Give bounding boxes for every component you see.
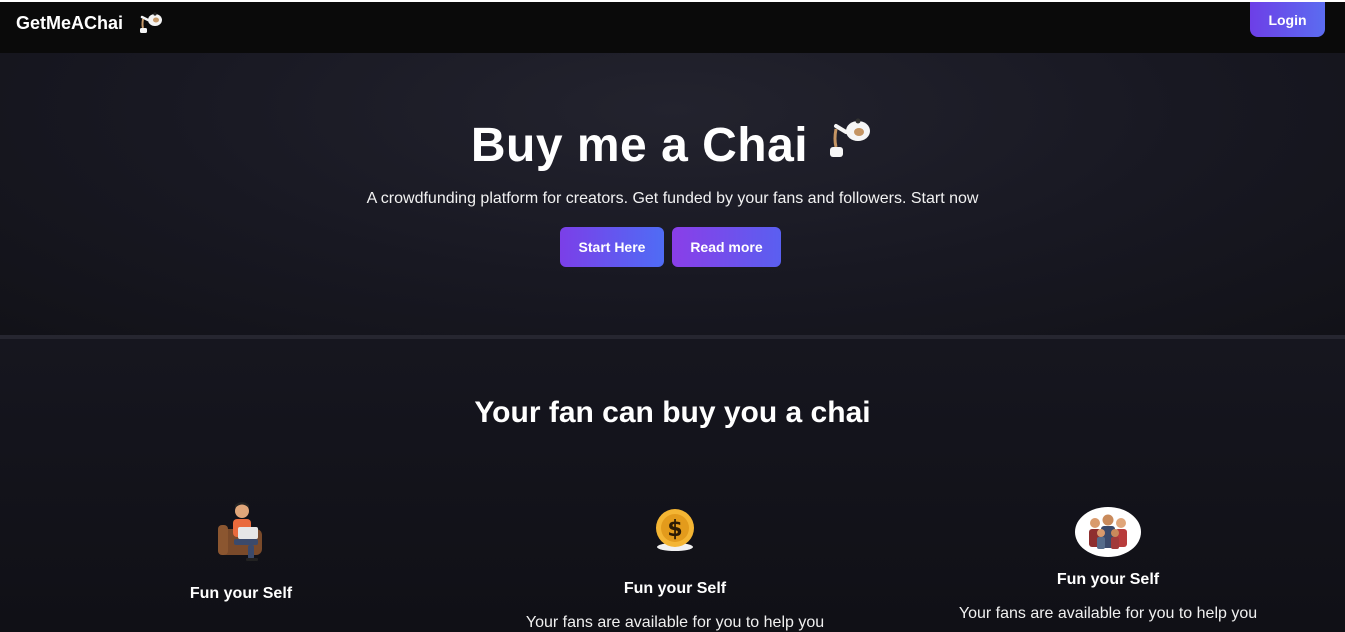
svg-text:$: $: [667, 517, 682, 542]
start-here-button[interactable]: Start Here: [560, 227, 664, 267]
brand-name: GetMeAChai: [16, 12, 124, 33]
hero-title-text: Buy me a Chai: [470, 118, 809, 172]
brand[interactable]: GetMeAChai: [16, 11, 165, 35]
teapot-icon: [139, 11, 165, 35]
read-more-button[interactable]: Read more: [672, 227, 781, 267]
feature-text: Your fans are available for you to help …: [525, 614, 825, 631]
feature-title: Fun your Self: [189, 585, 293, 602]
man-with-laptop-icon: [216, 501, 266, 563]
login-button[interactable]: Login: [1250, 2, 1325, 37]
feature-card: Fun your Self Your fans are available fo…: [933, 507, 1283, 623]
navbar: GetMeAChai Login: [0, 0, 1345, 53]
feature-card: Fun your Self: [160, 501, 322, 603]
features-section: Your fan can buy you a chai Fun your Sel…: [0, 339, 1345, 632]
feature-title: Fun your Self: [1056, 571, 1160, 588]
hero-section: Buy me a Chai A crowdfunding platform fo…: [0, 53, 1345, 335]
group-icon: [1075, 507, 1141, 557]
teapot-icon: [828, 117, 874, 173]
feature-card: $ Fun your Self Your fans are available …: [500, 508, 850, 632]
hero-subtitle: A crowdfunding platform for creators. Ge…: [366, 190, 979, 207]
section-title: Your fan can buy you a chai: [474, 396, 871, 429]
coin-icon: $: [654, 508, 696, 552]
feature-text: Your fans are available for you to help …: [958, 605, 1258, 622]
hero-title: Buy me a Chai: [0, 117, 1345, 173]
hero-buttons: Start Here Read more: [560, 227, 781, 267]
feature-title: Fun your Self: [623, 580, 727, 597]
